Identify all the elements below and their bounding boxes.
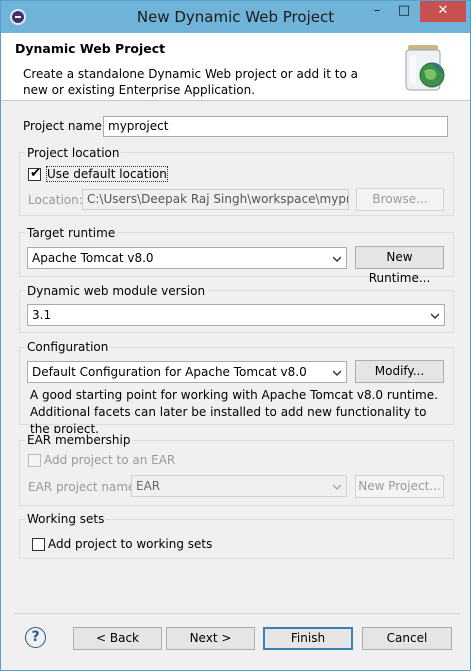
target-runtime-select[interactable]: Apache Tomcat v8.0 [27,247,347,269]
back-button[interactable]: < Back [73,627,162,650]
close-button[interactable]: ✕ [420,1,466,22]
next-button[interactable]: Next > [166,627,255,650]
add-to-working-sets-checkbox[interactable] [32,538,45,551]
cancel-button[interactable]: Cancel [362,627,452,650]
help-icon[interactable]: ? [25,627,46,648]
footer-separator [13,613,460,614]
target-runtime-value: Apache Tomcat v8.0 [32,251,154,265]
add-to-ear-checkbox [28,454,41,467]
location-input: C:\Users\Deepak Raj Singh\workspace\mypr… [82,189,349,210]
title-bar: New Dynamic Web Project – □ ✕ [1,1,470,33]
location-label: Location: [28,193,83,207]
configuration-description: A good starting point for working with A… [30,388,438,436]
ear-project-value: EAR [136,479,161,493]
finish-button[interactable]: Finish [263,627,353,650]
chevron-down-icon [333,484,341,490]
modify-button[interactable]: Modify... [355,360,444,383]
chevron-down-icon [333,256,341,262]
new-runtime-button[interactable]: New Runtime... [355,246,444,285]
project-name-input[interactable]: myproject [103,116,448,137]
project-name-label: Project name: [23,119,106,133]
browse-button: Browse... [356,188,444,211]
working-sets-title: Working sets [25,512,107,526]
checkmark-icon: ✔ [30,166,41,181]
minimize-button[interactable]: – [364,1,390,22]
wizard-window: New Dynamic Web Project – □ ✕ Dynamic We… [0,0,471,671]
use-default-location-checkbox[interactable]: ✔ [28,166,41,181]
ear-project-select: EAR [131,475,347,497]
configuration-title: Configuration [25,340,111,354]
chevron-down-icon [431,313,439,319]
chevron-down-icon [333,370,341,376]
web-project-wizard-icon [405,45,445,91]
configuration-value: Default Configuration for Apache Tomcat … [32,365,307,379]
module-version-value: 3.1 [32,308,52,322]
new-project-button: New Project... [355,475,444,498]
banner-description: Create a standalone Dynamic Web project … [23,67,358,97]
add-to-working-sets-label[interactable]: Add project to working sets [48,537,212,551]
add-to-ear-label: Add project to an EAR [44,453,176,467]
target-runtime-title: Target runtime [25,226,118,240]
ear-project-name-label: EAR project name: [28,480,140,494]
wizard-banner: Dynamic Web Project Create a standalone … [1,33,470,101]
project-location-title: Project location [25,146,122,160]
banner-title: Dynamic Web Project [15,41,166,56]
maximize-button[interactable]: □ [391,1,417,22]
module-version-select[interactable]: 3.1 [27,304,445,326]
configuration-select[interactable]: Default Configuration for Apache Tomcat … [27,361,347,383]
module-version-title: Dynamic web module version [25,284,208,298]
use-default-location-label[interactable]: Use default location [46,166,168,182]
ear-membership-title: EAR membership [25,433,133,447]
